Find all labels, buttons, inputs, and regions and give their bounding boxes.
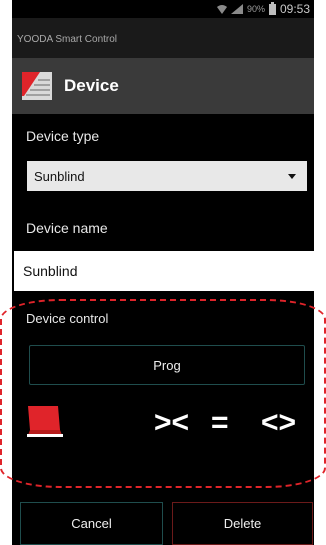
stop-button[interactable]: = xyxy=(211,406,229,440)
status-bar: 90% 09:53 xyxy=(12,0,314,18)
battery-icon xyxy=(268,1,276,15)
clock: 09:53 xyxy=(279,2,310,16)
close-button[interactable]: >< xyxy=(154,406,189,440)
page-title: Device xyxy=(64,76,119,95)
app-title: YOODA Smart Control xyxy=(12,18,314,58)
header: Device xyxy=(12,58,314,114)
device-control-label: Device control xyxy=(26,311,109,326)
signal-icon xyxy=(230,4,243,14)
open-button[interactable]: <> xyxy=(261,406,296,440)
blind-logo-icon xyxy=(22,72,52,100)
phone-screen: 90% 09:53 YOODA Smart Control Device Dev… xyxy=(12,0,314,545)
device-name-input[interactable]: Sunblind xyxy=(12,251,314,291)
wifi-icon xyxy=(216,5,227,14)
device-type-label: Device type xyxy=(26,128,100,144)
prog-button[interactable]: Prog xyxy=(29,345,305,385)
device-name-label: Device name xyxy=(26,220,108,236)
device-type-value: Sunblind xyxy=(34,169,85,184)
device-type-select[interactable]: Sunblind xyxy=(27,161,307,191)
dropdown-arrow-icon xyxy=(288,174,296,179)
delete-button[interactable]: Delete xyxy=(172,502,313,545)
sunblind-icon xyxy=(27,406,63,437)
battery-percentage: 90% xyxy=(246,4,265,14)
cancel-button[interactable]: Cancel xyxy=(20,502,163,545)
